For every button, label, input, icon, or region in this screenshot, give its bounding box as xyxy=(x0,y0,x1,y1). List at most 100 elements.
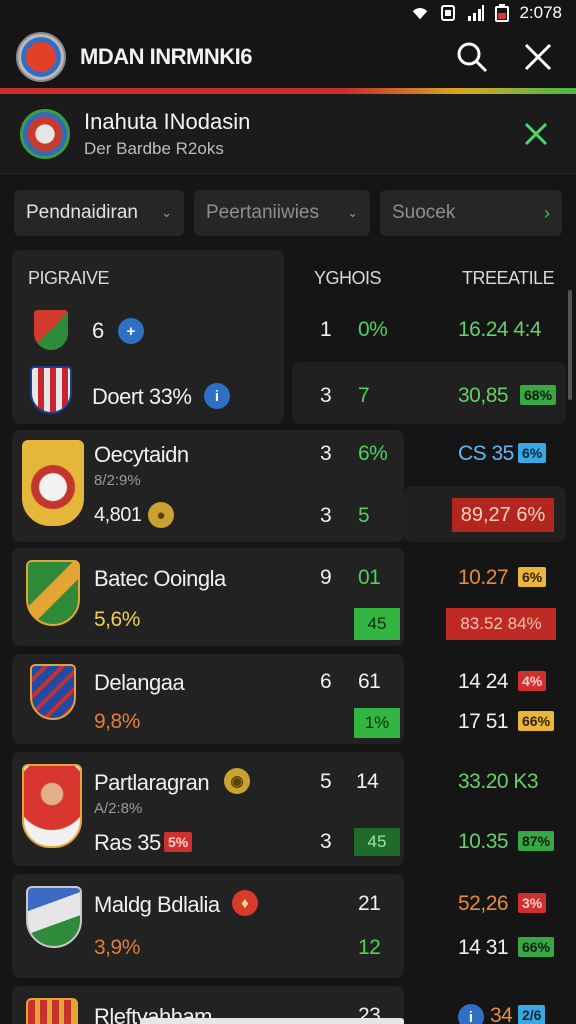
rating-badge: 2/6 xyxy=(518,1005,546,1024)
scrollbar[interactable] xyxy=(568,290,572,400)
games-played: 3 xyxy=(320,504,332,527)
trophy-icon: ◉ xyxy=(224,768,250,794)
team-crest xyxy=(30,664,76,720)
games-played: 6 xyxy=(320,670,332,693)
rating-value: 14 24 xyxy=(458,670,509,693)
chevron-down-icon: ⌄ xyxy=(161,205,172,220)
win-rate: 6% xyxy=(358,442,388,465)
win-rate: 7 xyxy=(358,384,370,407)
filter-dropdown-2[interactable]: Peertaniiwies ⌄ xyxy=(194,190,370,236)
games-played: 9 xyxy=(320,566,332,589)
rating-value: 10.35 xyxy=(458,830,509,853)
team-crest xyxy=(26,886,82,948)
team-name: Doert 33% xyxy=(92,384,192,409)
team-name: 6 xyxy=(92,318,104,343)
rating-value: 33.20 K3 xyxy=(458,770,539,793)
rating-value: 16.24 4:4 xyxy=(458,318,542,341)
team-stat: A/2:8% xyxy=(94,800,143,817)
games-played: 3 xyxy=(320,830,332,853)
filter-dropdown-1[interactable]: Pendnaidiran ⌄ xyxy=(14,190,184,236)
team-crest xyxy=(34,310,68,350)
standings-table: PIGRAIVE YGHOIS TREEATILE 6 + 1 0% 16.24… xyxy=(0,250,576,1024)
games-box: 1% xyxy=(354,708,400,738)
win-rate: 21 xyxy=(358,892,381,915)
rating-value: 14 31 xyxy=(458,936,509,959)
rating-badge: 66% xyxy=(518,937,555,957)
games-played: 3 xyxy=(320,442,332,465)
rating-value: 10.27 xyxy=(458,566,509,589)
team-stat: 3,9% xyxy=(94,936,140,959)
plus-icon: + xyxy=(118,318,144,344)
team-crest xyxy=(22,440,84,526)
team-value: 4,801 xyxy=(94,504,142,526)
rating-value: 30,85 xyxy=(458,384,509,407)
win-rate: 5 xyxy=(358,504,370,527)
coin-icon: ● xyxy=(148,502,174,528)
wifi-icon xyxy=(413,8,428,20)
filter-bar: Pendnaidiran ⌄ Peertaniiwies ⌄ Suocek › xyxy=(0,190,576,236)
win-rate: 0% xyxy=(358,318,388,341)
team-stat: 9,8% xyxy=(94,710,140,733)
team-value: Ras 35 xyxy=(94,830,161,855)
team-stat: 5,6% xyxy=(94,608,140,631)
rating-value: 83.52 84% xyxy=(446,608,556,640)
close-button[interactable] xyxy=(516,35,560,79)
column-header-rating: TREEATILE xyxy=(462,268,555,288)
team-stat: 8/2:9% xyxy=(94,472,141,489)
filter-label: Peertaniiwies xyxy=(206,202,319,223)
search-button[interactable] xyxy=(450,35,494,79)
games-played: 3 xyxy=(320,384,332,407)
win-rate: 12 xyxy=(358,936,381,959)
rating-badge: 6% xyxy=(518,443,547,463)
info-icon: i xyxy=(204,383,230,409)
chevron-right-icon: › xyxy=(544,202,550,223)
dismiss-league-button[interactable] xyxy=(516,114,556,154)
win-rate: 14 xyxy=(356,770,379,793)
chevron-down-icon: ⌄ xyxy=(347,205,358,220)
team-name: Maldg Bdlalia xyxy=(94,892,220,917)
home-indicator[interactable] xyxy=(140,1018,404,1024)
rating-value: 89,27 6% xyxy=(452,498,554,532)
team-crest xyxy=(22,764,82,848)
rating-badge: 68% xyxy=(520,385,557,405)
team-name: Partlaragran xyxy=(94,770,210,795)
games-played: 5 xyxy=(320,770,332,793)
rating-badge: 4% xyxy=(518,671,547,691)
status-bar: 2:078 xyxy=(0,0,576,26)
games-box: 45 xyxy=(354,828,400,856)
games-played: 1 xyxy=(320,318,332,341)
filter-label: Suocek xyxy=(392,202,456,223)
rating-badge: 6% xyxy=(518,567,547,587)
app-logo xyxy=(16,32,66,82)
flame-icon: ♦ xyxy=(232,890,258,916)
close-icon xyxy=(524,122,548,145)
rating-badge: 3% xyxy=(518,893,547,913)
search-icon xyxy=(457,42,488,73)
team-crest xyxy=(26,560,80,626)
league-title: Inahuta INodasin xyxy=(84,108,251,134)
league-banner[interactable]: Inahuta INodasin Der Bardbe R2oks xyxy=(0,94,576,174)
sim-icon xyxy=(441,5,456,21)
filter-label: Pendnaidiran xyxy=(26,202,138,223)
team-name: Oecytaidn xyxy=(94,442,189,467)
games-box: 45 xyxy=(354,608,400,640)
rating-value: 34 xyxy=(490,1004,513,1024)
win-rate: 61 xyxy=(358,670,381,693)
win-rate: 01 xyxy=(358,566,381,589)
team-badge: 5% xyxy=(164,832,193,852)
league-badge xyxy=(20,108,70,159)
team-name: Delangaa xyxy=(94,670,185,695)
app-bar: MDAN INRMNKI6 xyxy=(0,26,576,88)
filter-search[interactable]: Suocek › xyxy=(380,190,562,236)
team-crest xyxy=(30,366,72,414)
team-crest xyxy=(26,998,78,1024)
rating-value: 52,26 xyxy=(458,892,509,915)
rating-badge: 87% xyxy=(518,831,555,851)
signal-icon xyxy=(468,5,485,21)
status-time: 2:078 xyxy=(519,3,562,22)
battery-icon xyxy=(495,4,510,22)
league-subtitle: Der Bardbe R2oks xyxy=(84,138,224,158)
app-title: MDAN INRMNKI6 xyxy=(80,44,252,69)
team-name: Batec Ooingla xyxy=(94,566,226,591)
rating-badge: 66% xyxy=(518,711,555,731)
